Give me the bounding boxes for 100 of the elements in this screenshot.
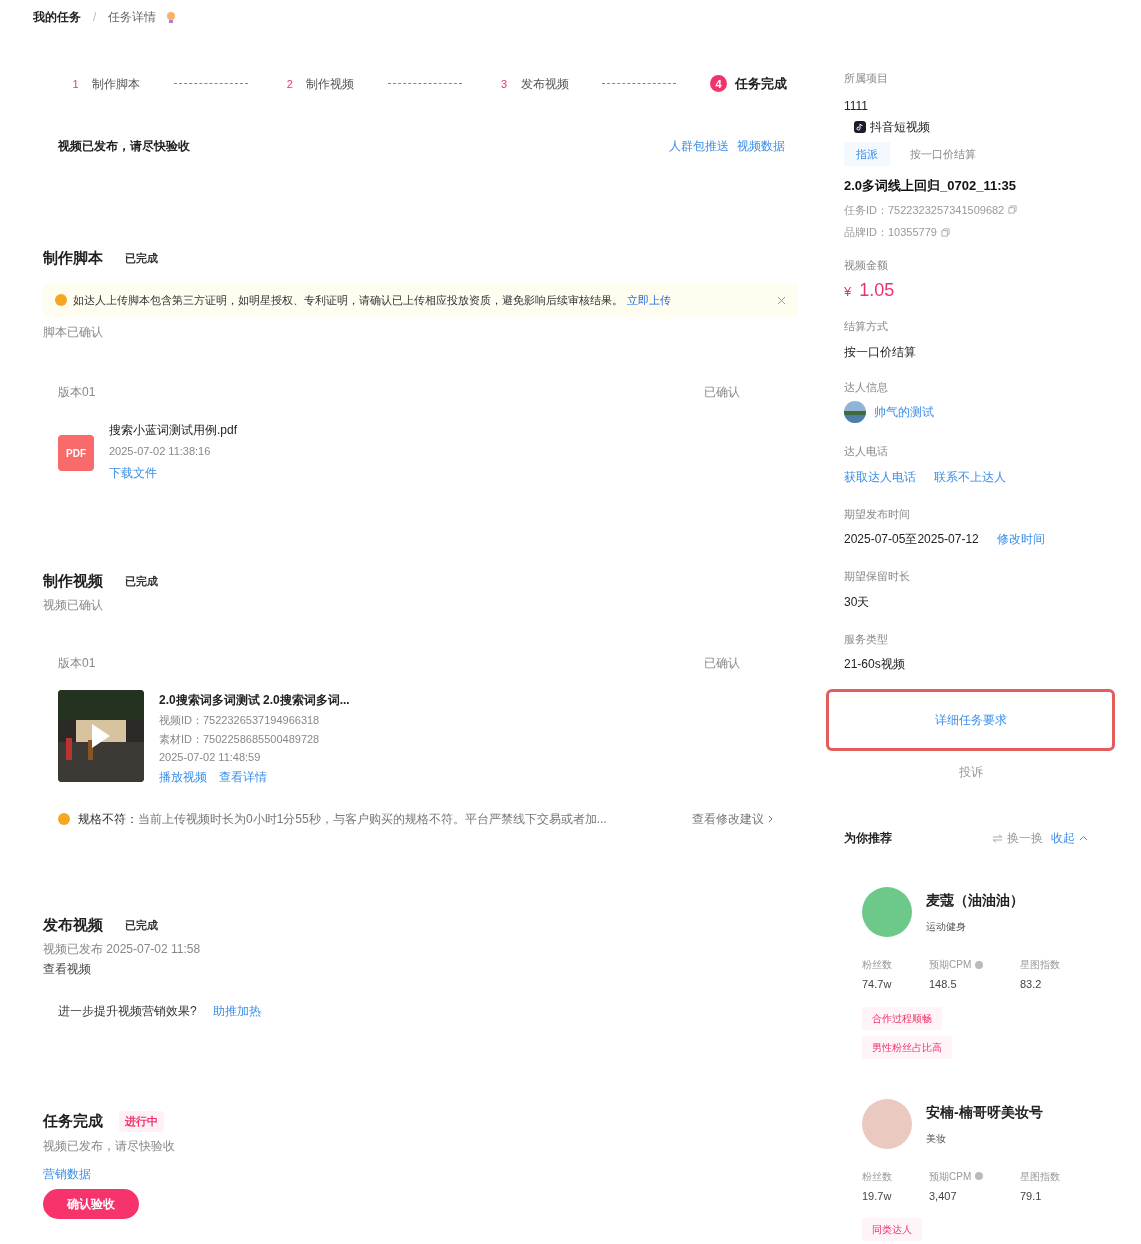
boost-link[interactable]: 助推加热 xyxy=(212,1002,261,1020)
section-note: 视频已确认 xyxy=(43,597,104,614)
version-label: 版本01 xyxy=(58,655,96,672)
breadcrumb-current: 任务详情 xyxy=(108,9,157,26)
field-label: 结算方式 xyxy=(844,319,889,334)
step: 2 制作视频 xyxy=(281,74,355,93)
creator-tag: 合作过程顺畅 xyxy=(862,1006,942,1030)
video-title: 2.0搜索词多词测试 2.0搜索词多词... xyxy=(159,692,350,709)
stat-value: 19.7w xyxy=(862,1188,893,1204)
stat-label: 星图指数 xyxy=(1020,1169,1060,1184)
stat-value: 79.1 xyxy=(1020,1188,1043,1204)
stat-value: 83.2 xyxy=(1020,977,1043,992)
avatar[interactable] xyxy=(862,1098,912,1149)
task-id: 任务ID：7522323257341509682 xyxy=(844,202,1005,218)
field-label: 所属项目 xyxy=(844,71,889,86)
file-name: 搜索小蓝词测试用例.pdf xyxy=(109,422,237,439)
field-label: 达人信息 xyxy=(844,379,889,395)
stat-value: 74.7w xyxy=(862,977,893,992)
phone-link[interactable]: 获取达人电话 xyxy=(844,467,916,486)
keep-value: 30天 xyxy=(844,593,871,611)
banner-link[interactable]: 视频数据 xyxy=(737,136,785,155)
field-label: 服务类型 xyxy=(844,631,889,647)
version-status: 已确认 xyxy=(704,655,740,672)
status-tag: 已完成 xyxy=(119,570,164,591)
stat-label: 粉丝数 xyxy=(862,958,892,972)
confirm-button[interactable]: 确认验收 xyxy=(43,1188,139,1219)
task-name: 2.0多词线上回归_0702_11:35 xyxy=(844,177,1017,195)
collapse-link[interactable]: 收起 xyxy=(1051,829,1075,847)
tag: 按一口价结算 xyxy=(898,141,988,166)
step: 1 制作脚本 xyxy=(67,74,140,93)
creator-link[interactable]: 帅气的测试 xyxy=(874,403,934,421)
creator-name[interactable]: 安楠-楠哥呀美妆号 xyxy=(926,1101,1043,1123)
project-value: 1111 xyxy=(844,97,870,115)
status-tag: 进行中 xyxy=(119,1111,164,1132)
creator-tag: 男性粉丝占比高 xyxy=(862,1035,952,1059)
amount-value: 1.05 xyxy=(859,279,895,302)
creator-tag: 同类达人 xyxy=(862,1218,922,1241)
status-tag: 已完成 xyxy=(119,247,164,268)
suggestion-link[interactable]: 查看修改建议 xyxy=(692,809,764,828)
section-note: 视频已发布 2025-07-02 11:58 xyxy=(43,941,202,958)
section-note: 脚本已确认 xyxy=(43,324,104,341)
detail-button[interactable]: 详细任务要求 xyxy=(826,689,1115,751)
material-id: 素材ID：7502258685500489728 xyxy=(159,731,321,747)
section-title: 任务完成 xyxy=(43,1111,103,1131)
copy-icon[interactable] xyxy=(940,227,950,237)
section-title: 发布视频 xyxy=(43,914,103,935)
edit-time-link[interactable]: 修改时间 xyxy=(996,530,1045,548)
copy-icon[interactable] xyxy=(1008,205,1018,215)
breadcrumb-link[interactable]: 我的任务 xyxy=(33,8,81,26)
banner-link[interactable]: 人群包推送 xyxy=(669,136,729,155)
platform-label: 抖音短视频 xyxy=(870,118,930,136)
stat-label: 粉丝数 xyxy=(862,1169,892,1184)
file-time: 2025-07-02 11:38:16 xyxy=(109,444,212,459)
version-status: 已确认 xyxy=(704,384,740,401)
publish-time: 2025-07-05至2025-07-12 xyxy=(844,531,979,548)
section-title: 制作视频 xyxy=(43,570,103,591)
type-value: 21-60s视频 xyxy=(844,656,906,673)
music-note-icon xyxy=(854,120,866,133)
video-id: 视频ID：7522326537194966318 xyxy=(159,713,321,728)
creator-category: 运动健身 xyxy=(926,920,967,934)
alert-text: 如达人上传脚本包含第三方证明，如明星授权、专利证明，请确认已上传相应投放资质，避免影响后续审核结果。 xyxy=(73,292,623,308)
tag: 指派 xyxy=(844,141,890,166)
banner-text: 视频已发布，请尽快验收 xyxy=(58,137,190,155)
stat-label: 星图指数 xyxy=(1020,958,1060,972)
section-note: 视频已发布，请尽快验收 xyxy=(43,1137,176,1155)
video-link[interactable]: 查看详情 xyxy=(219,767,267,786)
swap-link[interactable]: 换一换 xyxy=(1007,829,1043,847)
field-label: 期望保留时长 xyxy=(844,569,911,584)
warning-icon xyxy=(58,812,70,825)
version-label: 版本01 xyxy=(58,384,96,401)
section-title: 制作脚本 xyxy=(43,247,103,268)
field-label: 期望发布时间 xyxy=(844,506,911,522)
stat-label: 预期CPM xyxy=(929,1169,972,1184)
creator-name[interactable]: 麦蔻（油油油） xyxy=(926,890,1024,911)
recommend-title: 为你推荐 xyxy=(844,830,892,847)
stat-label: 预期CPM xyxy=(929,958,972,972)
settle-value: 按一口价结算 xyxy=(844,343,917,361)
promo-text: 进一步提升视频营销效果? xyxy=(58,1003,197,1020)
download-link[interactable]: 下载文件 xyxy=(109,463,237,482)
chevron-up-icon[interactable] xyxy=(1079,835,1088,841)
swap-icon[interactable] xyxy=(992,833,1003,843)
step: 3 发布视频 xyxy=(495,74,569,93)
currency-symbol: ¥ xyxy=(844,283,852,301)
field-label: 视频金额 xyxy=(844,257,889,273)
warning-text: 当前上传视频时长为0小时1分55秒，与客户购买的规格不符。平台严禁线下交易或者加... xyxy=(138,810,607,828)
avatar[interactable] xyxy=(862,887,912,937)
upload-link[interactable]: 立即上传 xyxy=(627,291,671,309)
breadcrumb-separator: / xyxy=(93,9,97,26)
complain-link[interactable]: 投诉 xyxy=(959,763,983,781)
video-link[interactable]: 播放视频 xyxy=(159,767,207,786)
marketing-data-link[interactable]: 营销数据 xyxy=(43,1164,820,1183)
view-video-link[interactable]: 查看视频 xyxy=(43,960,820,978)
warning-icon xyxy=(55,294,67,306)
stat-value: 148.5 xyxy=(929,977,958,992)
warning-label: 规格不符： xyxy=(78,810,138,828)
phone-link[interactable]: 联系不上达人 xyxy=(934,467,1006,486)
close-icon[interactable] xyxy=(777,295,786,305)
video-time: 2025-07-02 11:48:59 xyxy=(159,750,262,765)
chevron-right-icon[interactable] xyxy=(768,814,773,823)
step: 4 任务完成 xyxy=(709,74,787,94)
